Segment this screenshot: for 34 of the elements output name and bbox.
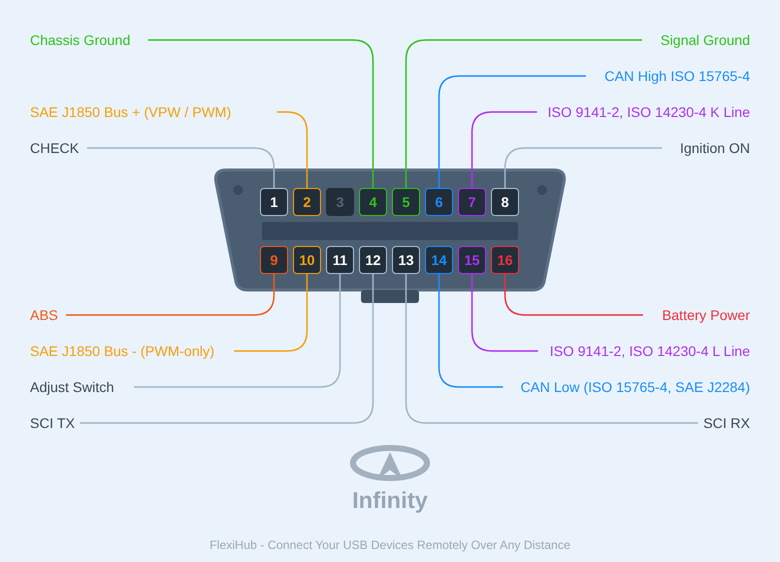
pin-label: Adjust Switch [30, 378, 114, 396]
pin-label: ISO 9141-2, ISO 14230-4 K Line [548, 103, 750, 121]
pin-label: SAE J1850 Bus - (PWM-only) [30, 342, 214, 360]
pin-label: Battery Power [662, 306, 750, 324]
pin: 8 [491, 188, 519, 216]
pin: 4 [359, 188, 387, 216]
pin-label: SCI RX [703, 414, 750, 432]
pin: 2 [293, 188, 321, 216]
pin-label: CAN Low (ISO 15765-4, SAE J2284) [520, 378, 750, 396]
pin-label: ISO 9141-2, ISO 14230-4 L Line [550, 342, 750, 360]
pin: 16 [491, 246, 519, 274]
pin-label: CHECK [30, 139, 80, 157]
pin: 5 [392, 188, 420, 216]
pin-label: CAN High ISO 15765-4 [604, 67, 750, 85]
pin-label: SCI TX [30, 414, 75, 432]
infinity-emblem-icon [350, 445, 430, 481]
pin: 12 [359, 246, 387, 274]
pin-label: Ignition ON [680, 139, 750, 157]
pin-label: ABS [30, 306, 58, 324]
pin: 6 [425, 188, 453, 216]
pin: 3 [326, 188, 354, 216]
pin-label: Signal Ground [660, 31, 750, 49]
pin-label: Chassis Ground [30, 31, 130, 49]
pin: 1 [260, 188, 288, 216]
footer-text: FlexiHub - Connect Your USB Devices Remotely Over Any Distance [210, 537, 570, 553]
pin: 9 [260, 246, 288, 274]
pin: 15 [458, 246, 486, 274]
brand-name: Infinity [352, 486, 428, 514]
pin: 11 [326, 246, 354, 274]
pin: 10 [293, 246, 321, 274]
pin: 7 [458, 188, 486, 216]
pin-label: SAE J1850 Bus + (VPW / PWM) [30, 103, 232, 121]
pin: 13 [392, 246, 420, 274]
pin: 14 [425, 246, 453, 274]
